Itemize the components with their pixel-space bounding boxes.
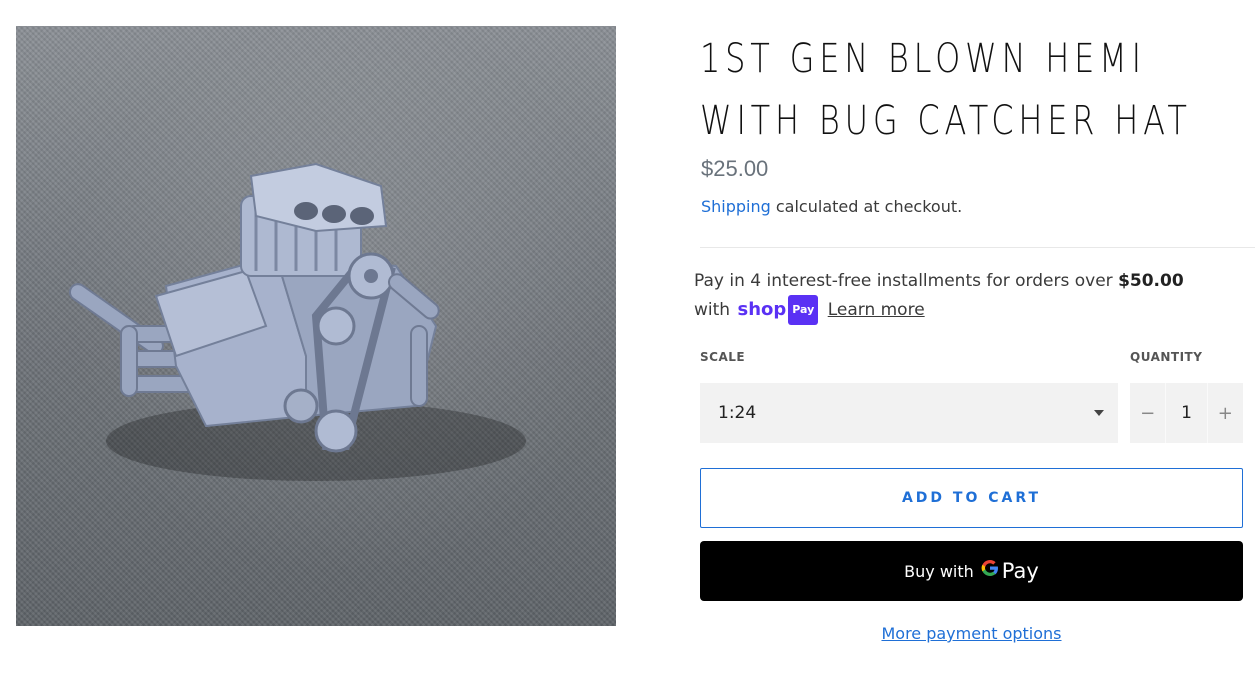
gpay-pay-label: Pay [1001, 559, 1039, 583]
divider [700, 247, 1255, 248]
shop-pay-installments: Pay in 4 interest-free installments for … [694, 267, 1254, 325]
installments-with: with [694, 300, 731, 320]
product-title-line-2: WITH BUG CATCHER HAT [700, 98, 1192, 144]
product-image[interactable] [16, 26, 616, 626]
shop-pay-brand: shop [737, 299, 787, 320]
quantity-decrease-button[interactable]: − [1130, 383, 1165, 443]
shipping-suffix: calculated at checkout. [770, 197, 963, 216]
more-payment-options-link[interactable]: More payment options [700, 624, 1243, 643]
shop-pay-badge: Pay [788, 295, 819, 325]
chevron-down-icon [1094, 410, 1104, 416]
shipping-link[interactable]: Shipping [701, 197, 771, 216]
installments-threshold: $50.00 [1118, 271, 1184, 291]
scale-select[interactable]: 1:24 [700, 383, 1118, 443]
product-price: $25.00 [701, 156, 769, 181]
scale-selected-value: 1:24 [718, 403, 757, 423]
google-g-icon [980, 558, 1000, 584]
quantity-increase-button[interactable]: + [1208, 383, 1243, 443]
shipping-note: Shipping calculated at checkout. [701, 197, 962, 216]
quantity-stepper[interactable]: − 1 + [1130, 383, 1243, 443]
engine-illustration [68, 162, 526, 481]
shop-pay-logo: shop Pay [737, 295, 819, 325]
google-pay-button[interactable]: Buy with Pay [700, 541, 1243, 601]
product-title: 1ST GEN BLOWN HEMI WITH BUG CATCHER HAT [700, 28, 1192, 152]
installments-text: Pay in 4 interest-free installments for … [694, 271, 1119, 291]
product-title-line-1: 1ST GEN BLOWN HEMI [700, 36, 1146, 82]
add-to-cart-button[interactable]: ADD TO CART [700, 468, 1243, 528]
gpay-prefix: Buy with [904, 561, 974, 581]
quantity-label: QUANTITY [1130, 350, 1203, 364]
learn-more-link[interactable]: Learn more [828, 300, 925, 320]
scale-label: SCALE [700, 350, 746, 364]
quantity-input[interactable]: 1 [1165, 383, 1208, 443]
